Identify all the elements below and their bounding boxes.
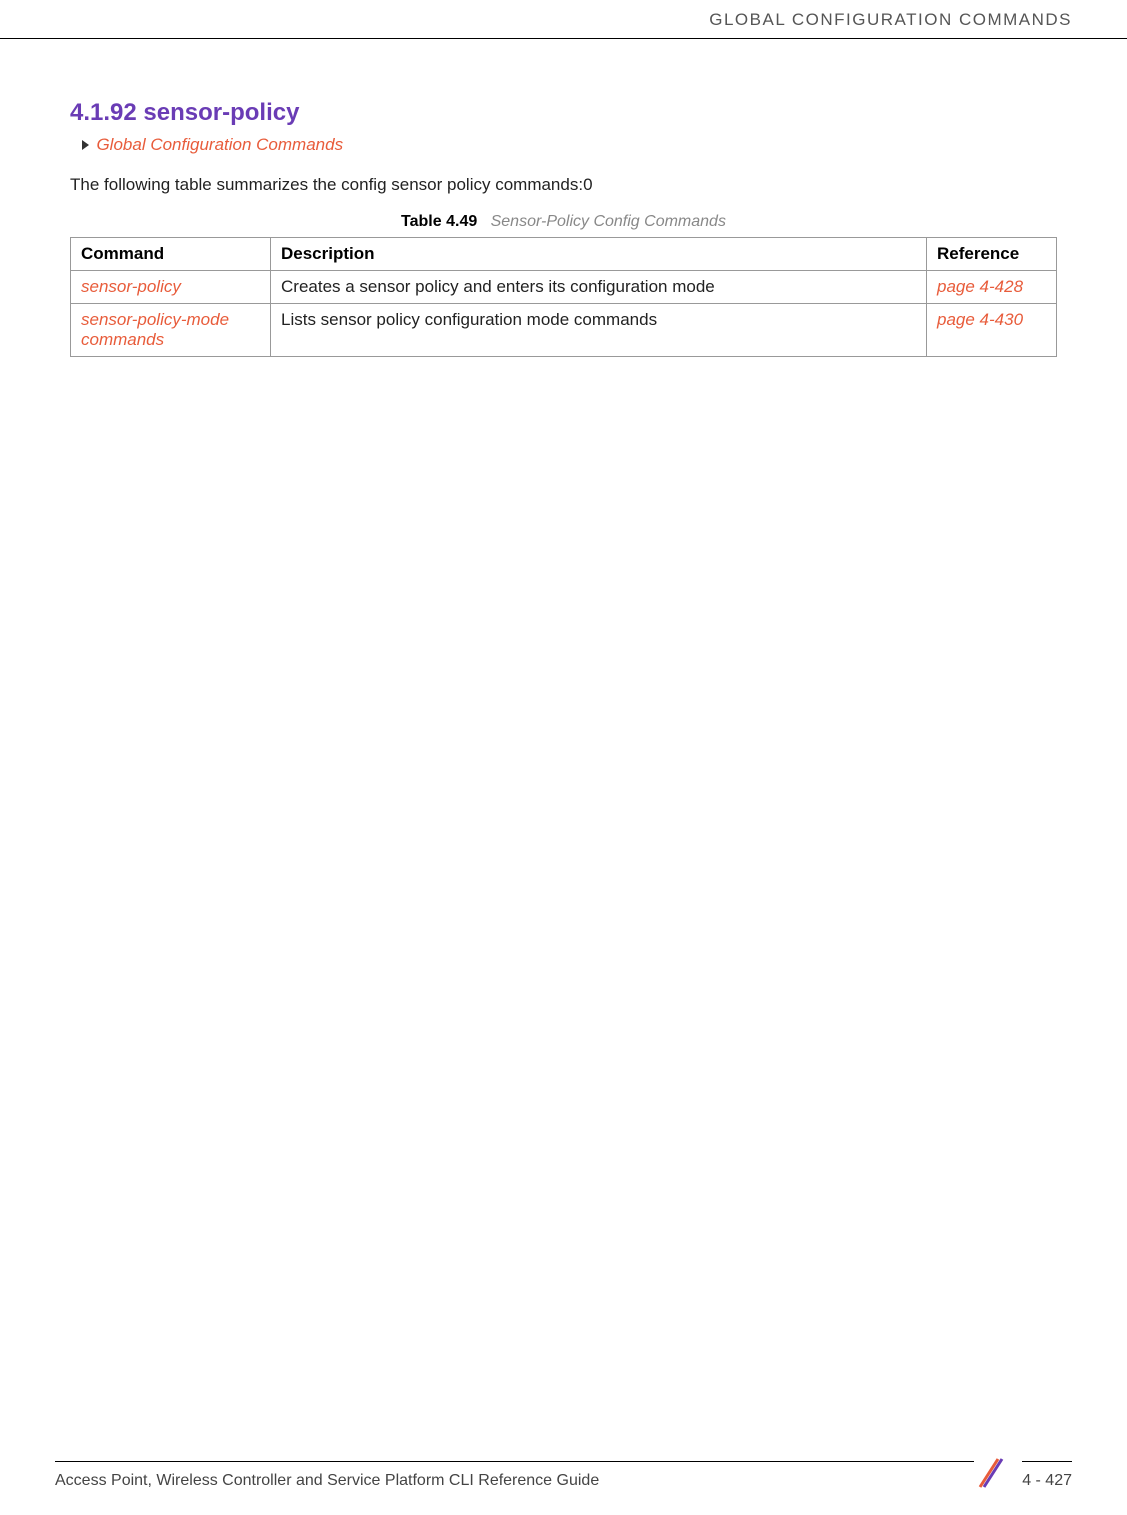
- table-caption-title: Sensor-Policy Config Commands: [491, 213, 726, 230]
- table-caption: Table 4.49 Sensor-Policy Config Commands: [70, 213, 1057, 231]
- command-link[interactable]: sensor-policy-mode commands: [81, 310, 229, 349]
- command-link[interactable]: sensor-policy: [81, 277, 181, 296]
- description-text: Lists sensor policy configuration mode c…: [281, 310, 657, 329]
- page-header: GLOBAL CONFIGURATION COMMANDS: [0, 0, 1127, 39]
- section-heading: 4.1.92 sensor-policy: [70, 99, 1057, 127]
- breadcrumb: Global Configuration Commands: [82, 135, 1057, 155]
- footer-guide-title: Access Point, Wireless Controller and Se…: [55, 1461, 974, 1490]
- main-content: 4.1.92 sensor-policy Global Configuratio…: [0, 39, 1127, 357]
- header-description: Description: [271, 238, 927, 271]
- reference-link[interactable]: page 4-428: [937, 277, 1023, 296]
- triangle-right-icon: [82, 140, 89, 150]
- reference-link[interactable]: page 4-430: [937, 310, 1023, 329]
- header-title: GLOBAL CONFIGURATION COMMANDS: [709, 10, 1072, 29]
- slash-icon: [974, 1455, 1010, 1496]
- table-caption-label: Table 4.49: [401, 213, 477, 230]
- breadcrumb-link[interactable]: Global Configuration Commands: [96, 135, 343, 154]
- page-number: 4 - 427: [1022, 1461, 1072, 1490]
- header-command: Command: [71, 238, 271, 271]
- table-row: sensor-policy-mode commands Lists sensor…: [71, 304, 1057, 357]
- page-footer: Access Point, Wireless Controller and Se…: [0, 1449, 1127, 1490]
- header-reference: Reference: [927, 238, 1057, 271]
- table-row: sensor-policy Creates a sensor policy an…: [71, 271, 1057, 304]
- table-header-row: Command Description Reference: [71, 238, 1057, 271]
- description-text: Creates a sensor policy and enters its c…: [281, 277, 715, 296]
- footer-right: 4 - 427: [974, 1449, 1072, 1490]
- intro-paragraph: The following table summarizes the confi…: [70, 175, 1057, 195]
- command-table: Command Description Reference sensor-pol…: [70, 237, 1057, 357]
